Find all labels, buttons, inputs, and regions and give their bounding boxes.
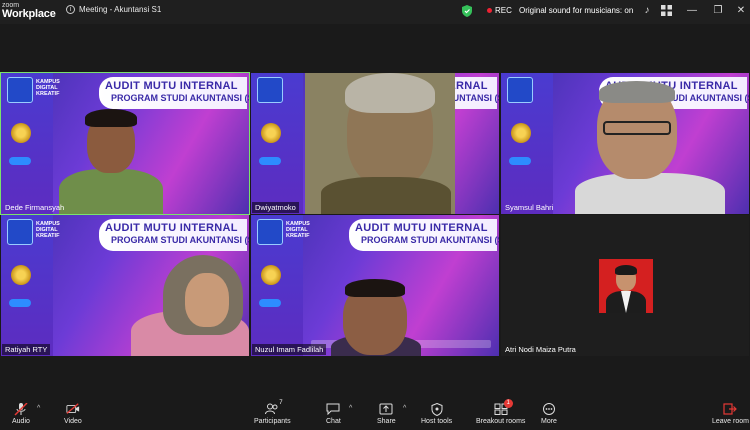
- share-options-chevron-icon[interactable]: ^: [403, 405, 406, 412]
- university-logo: [507, 77, 533, 103]
- more-ellipsis-icon: [542, 403, 556, 415]
- chat-bubble-icon: [326, 403, 340, 415]
- university-logo: [7, 77, 33, 103]
- leave-room-label: Leave room: [712, 418, 749, 425]
- minimize-icon[interactable]: —: [686, 5, 698, 17]
- host-tools-button[interactable]: Host tools: [421, 402, 453, 425]
- zoom-pill-icon: [259, 299, 281, 307]
- video-tile-dwiyatmoko[interactable]: AUDIT MUTU INTERNAL PROGRAM STUDI AKUNTA…: [251, 73, 499, 214]
- participant-name: Dwiyatmoko: [252, 202, 299, 213]
- brand-bottom: Workplace: [2, 8, 56, 20]
- logo-text: KAMPUS DIGITAL KREATIF: [286, 221, 310, 239]
- slide-title: AUDIT MUTU INTERNAL: [355, 222, 488, 234]
- breakout-rooms-button[interactable]: 1 Breakout rooms: [476, 399, 526, 425]
- participants-count: 7: [279, 400, 283, 406]
- participant-name: Ratiyah RTY: [2, 344, 51, 355]
- meeting-title[interactable]: i Meeting - Akuntansi S1: [66, 5, 161, 14]
- maximize-icon[interactable]: ❐: [712, 5, 724, 17]
- participants-icon: 7: [265, 400, 283, 415]
- chat-options-chevron-icon[interactable]: ^: [349, 405, 352, 412]
- participants-label: Participants: [254, 418, 291, 425]
- zoom-workplace-logo: zoom Workplace: [2, 2, 56, 20]
- video-tile-dede-firmansyah[interactable]: KAMPUS DIGITAL KREATIF AUDIT MUTU INTERN…: [0, 72, 250, 215]
- record-dot-icon: [487, 8, 492, 13]
- leave-exit-icon: [723, 403, 738, 415]
- accreditation-badge-icon: [11, 265, 31, 285]
- more-button[interactable]: More: [541, 403, 557, 425]
- mic-muted-icon: [14, 402, 28, 416]
- accreditation-badge-icon: [261, 123, 281, 143]
- slide-title: AUDIT MUTU INTERNAL: [105, 222, 238, 234]
- zoom-pill-icon: [509, 157, 531, 165]
- close-icon[interactable]: ✕: [735, 5, 747, 17]
- view-grid-icon[interactable]: [660, 5, 672, 17]
- share-screen-icon: [379, 403, 393, 415]
- audio-button[interactable]: Audio: [12, 402, 30, 425]
- slide-title: AUDIT MUTU INTERNAL: [105, 80, 238, 92]
- video-button[interactable]: Video: [64, 403, 82, 425]
- slide-subtitle: PROGRAM STUDI AKUNTANSI (S1): [111, 93, 249, 103]
- accreditation-badge-icon: [511, 123, 531, 143]
- zoom-pill-icon: [259, 157, 281, 165]
- share-button[interactable]: Share: [377, 403, 396, 425]
- shield-icon: [430, 402, 444, 416]
- accreditation-badge-icon: [11, 123, 31, 143]
- breakout-rooms-icon: 1: [494, 399, 513, 415]
- leave-room-button[interactable]: Leave room: [712, 403, 749, 425]
- accreditation-badge-icon: [261, 265, 281, 285]
- video-tile-syamsul-bahri[interactable]: AUDIT MUTU INTERNAL PROGRAM STUDI AKUNTA…: [501, 73, 749, 214]
- video-tile-nuzul-imam-fadlilah[interactable]: KAMPUS DIGITAL KREATIF AUDIT MUTU INTERN…: [251, 215, 499, 356]
- breakout-rooms-label: Breakout rooms: [476, 418, 526, 425]
- zoom-pill-icon: [9, 157, 31, 165]
- participant-name: Nuzul Imam Fadlilah: [252, 344, 327, 355]
- more-label: More: [541, 418, 557, 425]
- participants-button[interactable]: 7 Participants: [254, 400, 291, 425]
- recording-indicator[interactable]: REC: [487, 6, 512, 15]
- encryption-shield-icon[interactable]: [462, 5, 472, 17]
- logo-text: KAMPUS DIGITAL KREATIF: [36, 221, 60, 239]
- share-label: Share: [377, 418, 396, 425]
- university-logo: [257, 219, 283, 245]
- audio-label: Audio: [12, 418, 30, 425]
- chat-button[interactable]: Chat: [326, 403, 341, 425]
- info-icon[interactable]: i: [66, 5, 75, 14]
- video-tile-ratiyah-rty[interactable]: KAMPUS DIGITAL KREATIF AUDIT MUTU INTERN…: [1, 215, 249, 356]
- meeting-toolbar: Audio ^ Video 7 Participants Chat ^ Shar…: [0, 399, 750, 430]
- title-bar: zoom Workplace i Meeting - Akuntansi S1 …: [0, 0, 750, 24]
- video-tile-atri-nodi-maiza-putra[interactable]: Atri Nodi Maiza Putra: [501, 215, 749, 356]
- zoom-pill-icon: [9, 299, 31, 307]
- breakout-notification-badge: 1: [503, 399, 513, 408]
- participant-name: Syamsul Bahri: [505, 203, 554, 212]
- original-sound-status[interactable]: Original sound for musicians: on: [519, 6, 633, 15]
- participant-name: Dede Firmansyah: [5, 203, 65, 212]
- video-label: Video: [64, 418, 82, 425]
- slide-subtitle: PROGRAM STUDI AKUNTANSI (S1): [361, 235, 499, 245]
- sound-toggle-icon[interactable]: ♪: [641, 5, 653, 17]
- logo-text: KAMPUS DIGITAL KREATIF: [36, 79, 60, 97]
- university-logo: [7, 219, 33, 245]
- camera-off-icon: [66, 403, 80, 415]
- slide-subtitle: PROGRAM STUDI AKUNTANSI (S1): [111, 235, 249, 245]
- participant-name: Atri Nodi Maiza Putra: [505, 345, 576, 354]
- meeting-title-text: Meeting - Akuntansi S1: [79, 5, 162, 14]
- participant-avatar: [599, 259, 653, 313]
- rec-label: REC: [495, 6, 512, 15]
- university-logo: [257, 77, 283, 103]
- chat-label: Chat: [326, 418, 341, 425]
- host-tools-label: Host tools: [421, 418, 453, 425]
- audio-options-chevron-icon[interactable]: ^: [37, 405, 40, 412]
